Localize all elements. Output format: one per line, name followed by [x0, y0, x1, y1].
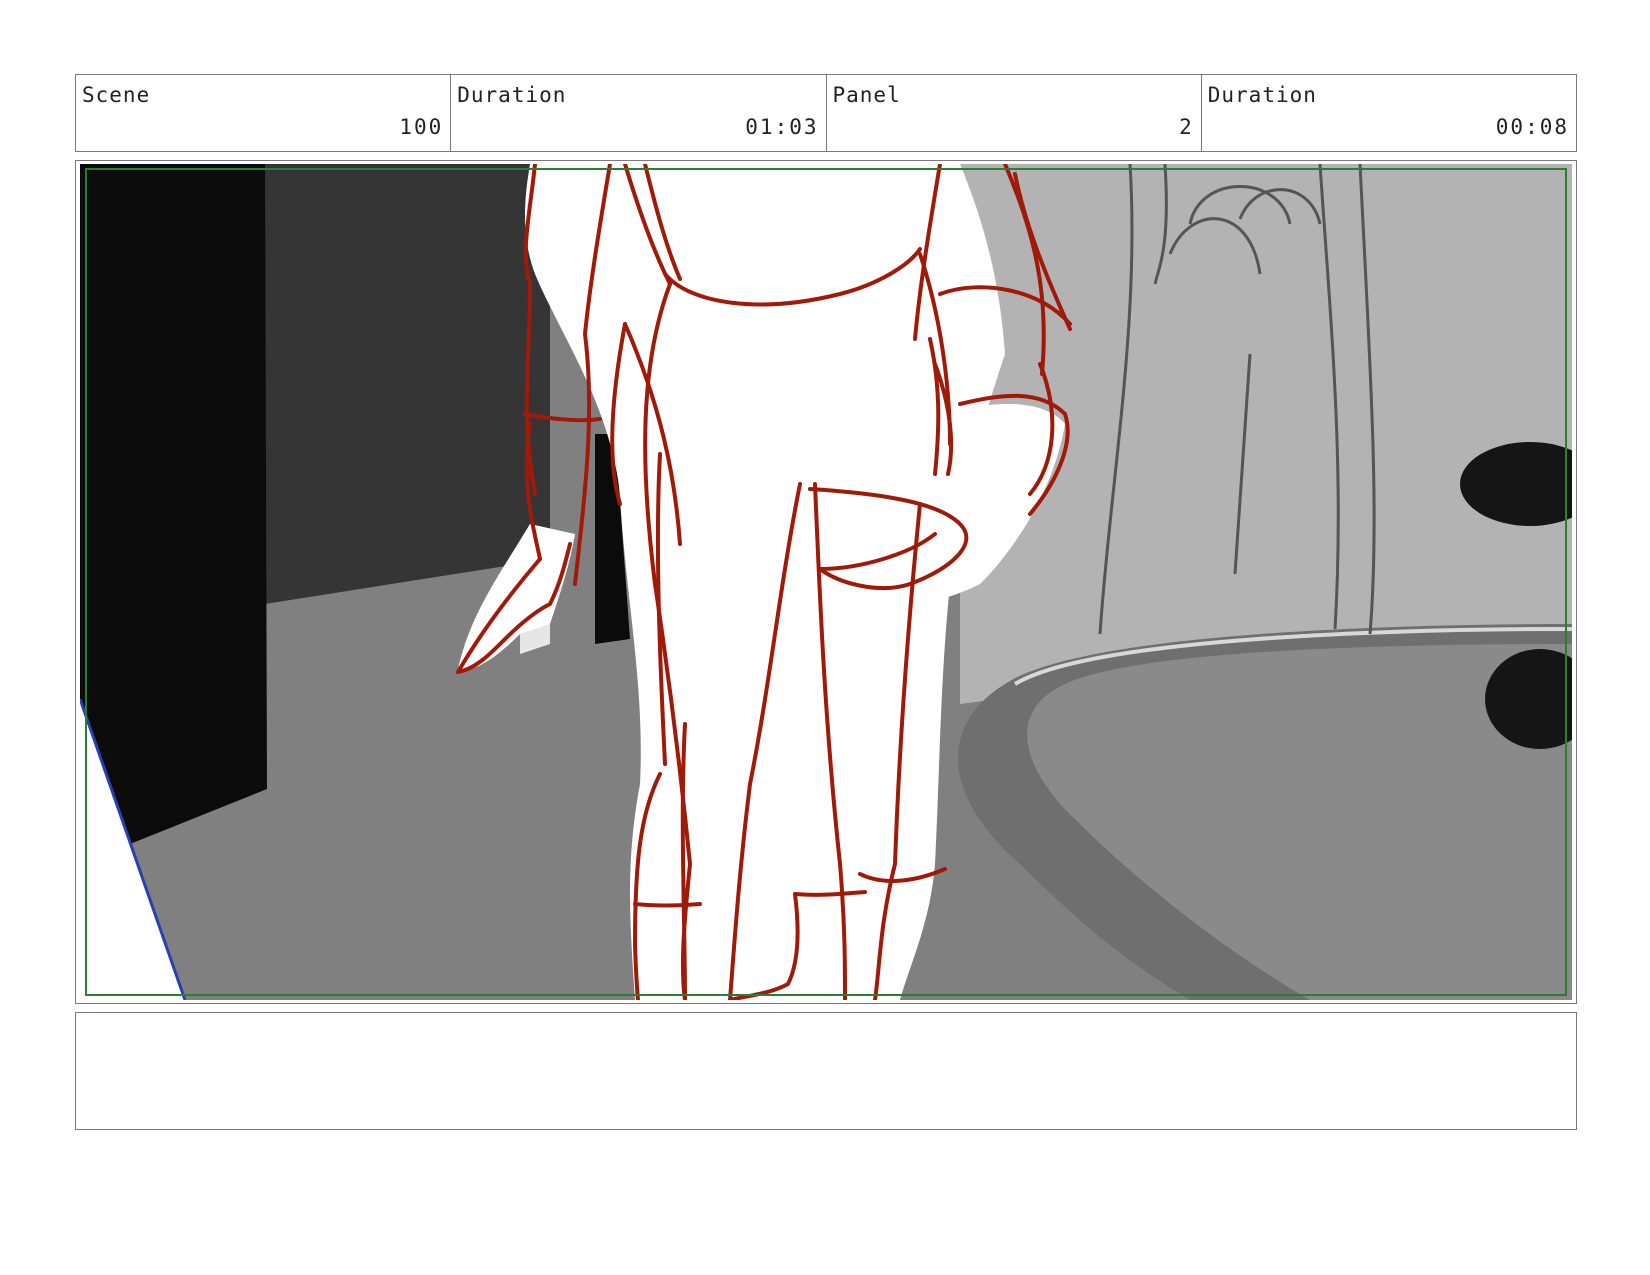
panel-cell: Panel 2 — [827, 75, 1202, 151]
scene-duration-value: 01:03 — [745, 115, 819, 139]
panel-duration-cell: Duration 00:08 — [1202, 75, 1576, 151]
panel-notes-box[interactable] — [75, 1012, 1577, 1130]
panel-label: Panel — [832, 83, 901, 107]
panel-number: 2 — [1179, 115, 1194, 139]
black-pillar — [80, 164, 267, 844]
scene-number: 100 — [399, 115, 444, 139]
panel-header: Scene 100 Duration 01:03 Panel 2 Duratio… — [75, 74, 1577, 152]
storyboard-panel-frame — [75, 160, 1577, 1004]
panel-duration-value: 00:08 — [1495, 115, 1569, 139]
scene-label: Scene — [82, 83, 151, 107]
panel-duration-label: Duration — [1207, 83, 1317, 107]
scene-duration-label: Duration — [457, 83, 567, 107]
storyboard-drawing — [80, 164, 1572, 1000]
dark-wall — [265, 164, 550, 604]
scene-duration-cell: Duration 01:03 — [451, 75, 827, 151]
scene-cell: Scene 100 — [76, 75, 452, 151]
